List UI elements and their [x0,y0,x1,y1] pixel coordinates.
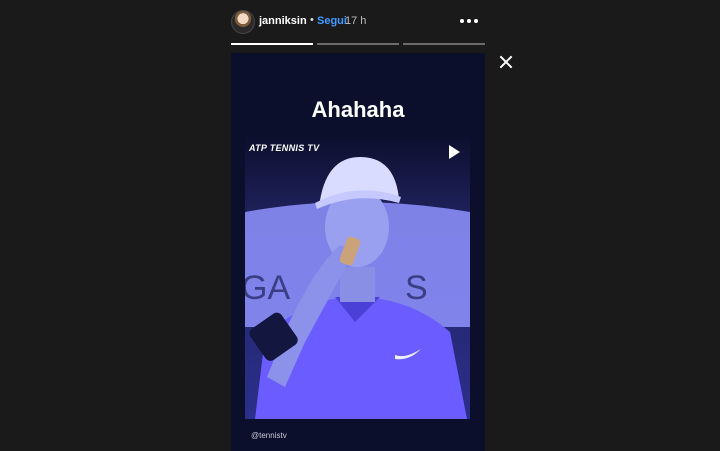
follow-button[interactable]: Segui [317,15,347,27]
progress-segment-3 [403,43,485,45]
video-still: GA S [245,137,470,419]
story-header: janniksin • Segui 17 h [231,8,485,34]
username-link[interactable]: janniksin [259,15,307,27]
story-progress-bar [231,43,485,45]
atp-tennistv-logo: ATP TENNIS TV [249,143,320,153]
mention-tag[interactable]: @tennistv [251,431,287,440]
more-options-icon[interactable] [459,12,481,28]
story-frame[interactable]: Ahahaha GA S ATP TENNIS TV @tennistv [231,53,485,451]
post-time: 17 h [345,15,367,27]
close-icon[interactable] [496,52,516,72]
story-caption: Ahahaha [311,97,405,122]
svg-text:S: S [405,269,428,307]
progress-segment-1 [231,43,313,45]
svg-text:GA: GA [245,269,290,307]
play-icon[interactable] [449,145,460,159]
video-embed[interactable]: GA S ATP TENNIS TV [245,137,470,419]
progress-segment-2 [317,43,399,45]
header-separator: • [310,14,314,26]
user-avatar[interactable] [231,10,255,34]
